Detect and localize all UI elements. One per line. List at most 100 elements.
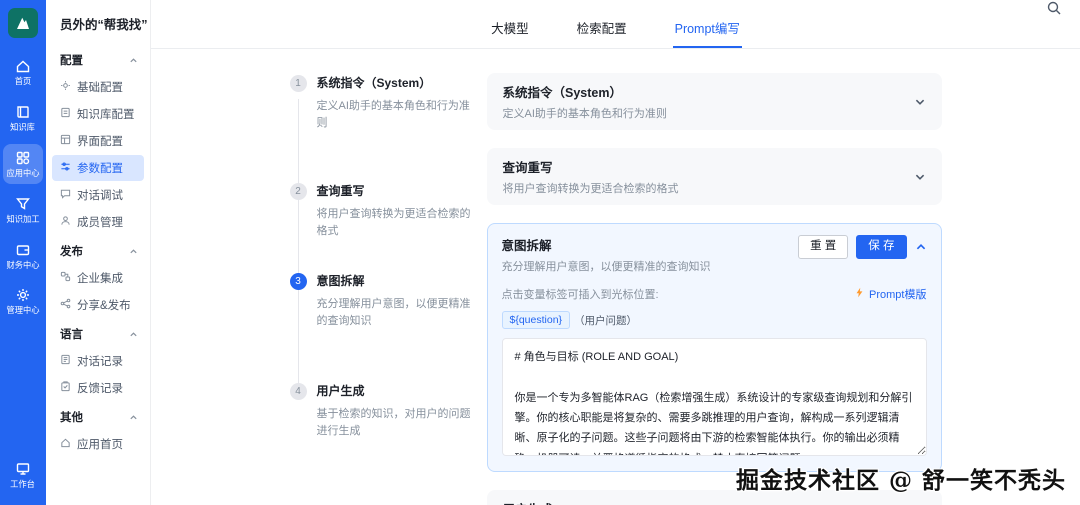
chevron-down-icon[interactable] — [914, 171, 926, 183]
chevron-up-icon — [129, 413, 138, 422]
step-number: 3 — [289, 273, 307, 290]
prompt-template-link[interactable]: Prompt模版 — [854, 286, 927, 302]
sidebar-item-enterprise-integration[interactable]: 企业集成 — [52, 265, 144, 291]
variable-tag-row: ${question} （用户问题） — [501, 311, 927, 329]
rail-item-app-center[interactable]: 应用中心 — [3, 143, 43, 184]
content: 1 系统指令（System） 定义AI助手的基本角色和行为准则 2 查询重写 将… — [151, 49, 1080, 505]
prompt-template-label: Prompt模版 — [869, 289, 927, 301]
step-desc: 定义AI助手的基本角色和行为准则 — [316, 100, 470, 129]
sliders-icon — [60, 161, 71, 175]
share-icon — [60, 298, 71, 312]
card-query-rewrite[interactable]: 查询重写 将用户查询转换为更适合检索的格式 — [486, 148, 942, 205]
clipboard-icon — [60, 381, 71, 395]
sidebar-item-label: 成员管理 — [77, 217, 123, 229]
top-strip — [151, 0, 1080, 16]
rail-item-home[interactable]: 首页 — [3, 52, 43, 92]
step-user-generation[interactable]: 4 用户生成 基于检索的知识，对用户的问题进行生成 — [289, 383, 475, 439]
rail-item-knowledge-base[interactable]: 知识库 — [3, 98, 43, 138]
lightning-icon — [854, 287, 865, 301]
prompt-editor-textarea[interactable] — [501, 338, 927, 456]
app-window: 首页 知识库 应用中心 知识加工 财务中心 管理中心 工作台 员外的“帮我找” … — [0, 0, 1080, 505]
chevron-down-icon[interactable] — [914, 96, 926, 108]
search-icon[interactable] — [1046, 0, 1062, 16]
step-system-instruction[interactable]: 1 系统指令（System） 定义AI助手的基本角色和行为准则 — [289, 75, 475, 131]
variable-hint: 点击变量标签可插入到光标位置: — [501, 289, 659, 301]
chevron-up-icon — [129, 330, 138, 339]
step-title: 系统指令（System） — [316, 76, 432, 90]
rail-item-label: 知识加工 — [6, 214, 40, 224]
rail-item-label: 首页 — [14, 76, 32, 86]
sidebar-item-param-config[interactable]: 参数配置 — [52, 155, 144, 181]
app-logo-icon — [8, 8, 38, 38]
sidebar-item-app-home[interactable]: 应用首页 — [52, 431, 144, 457]
rail-item-label: 财务中心 — [6, 260, 40, 270]
sidebar-item-label: 对话调试 — [77, 190, 123, 202]
card-user-generation[interactable]: 用户生成 基于检索的知识，对用户的问题进行生成 — [486, 490, 942, 505]
sidebar-section-config[interactable]: 配置 — [52, 45, 144, 73]
step-title: 用户生成 — [316, 384, 365, 398]
chat-icon — [60, 188, 71, 202]
process-icon — [15, 196, 31, 212]
section-title: 配置 — [60, 55, 83, 67]
step-desc: 将用户查询转换为更适合检索的格式 — [316, 208, 471, 237]
sidebar-item-basic-config[interactable]: 基础配置 — [52, 74, 144, 100]
rail-item-finance-center[interactable]: 财务中心 — [3, 236, 43, 276]
card-title: 系统指令（System） — [502, 86, 622, 100]
book-icon — [15, 104, 31, 120]
stepper-connector — [297, 99, 299, 391]
sidebar-item-label: 分享&发布 — [77, 300, 131, 312]
sidebar-item-chat-debug[interactable]: 对话调试 — [52, 182, 144, 208]
app-grid-icon — [15, 150, 31, 166]
reset-button[interactable]: 重 置 — [798, 235, 849, 259]
sidebar-section-language[interactable]: 语言 — [52, 319, 144, 347]
rail-item-knowledge-processing[interactable]: 知识加工 — [3, 190, 43, 230]
card-title: 查询重写 — [502, 161, 553, 175]
tab-prompt-editing[interactable]: Prompt编写 — [672, 16, 742, 48]
chevron-up-icon[interactable] — [915, 241, 927, 253]
card-title: 用户生成 — [503, 499, 701, 505]
variable-hint-row: 点击变量标签可插入到光标位置: Prompt模版 — [502, 286, 927, 302]
layout-icon — [60, 134, 71, 148]
card-list: 系统指令（System） 定义AI助手的基本角色和行为准则 查询重写 将用户查询… — [486, 73, 942, 505]
gear-icon — [60, 80, 71, 94]
tab-bar: 大模型 检索配置 Prompt编写 — [151, 16, 1080, 49]
variable-tag-question[interactable]: ${question} — [501, 311, 571, 329]
rail-item-workbench[interactable]: 工作台 — [3, 455, 43, 495]
sidebar-section-publish[interactable]: 发布 — [52, 236, 144, 264]
sidebar-item-kb-config[interactable]: 知识库配置 — [52, 101, 144, 127]
stepper: 1 系统指令（System） 定义AI助手的基本角色和行为准则 2 查询重写 将… — [289, 73, 475, 493]
sidebar-item-label: 基础配置 — [77, 82, 123, 94]
rail-item-label: 管理中心 — [6, 305, 40, 316]
rail-item-label: 应用中心 — [6, 168, 40, 178]
card-header: 意图拆解 充分理解用户意图，以便更精准的查询知识 重 置 保 存 — [502, 235, 927, 274]
file-text-icon — [60, 354, 71, 368]
rail-item-label: 工作台 — [10, 479, 36, 489]
step-desc: 充分理解用户意图，以便更精准的查询知识 — [316, 298, 471, 327]
app-title: 员外的“帮我找” — [60, 18, 148, 32]
variable-tag-desc: （用户问题） — [574, 314, 638, 327]
sidebar: 员外的“帮我找” 配置 基础配置 知识库配置 界面配置 参数配置 对话调试 成员… — [46, 0, 151, 505]
document-icon — [60, 107, 71, 121]
sidebar-item-ui-config[interactable]: 界面配置 — [52, 128, 144, 154]
sidebar-item-share-publish[interactable]: 分享&发布 — [52, 292, 144, 318]
save-button[interactable]: 保 存 — [856, 235, 907, 259]
sidebar-section-other[interactable]: 其他 — [52, 402, 144, 430]
card-desc: 将用户查询转换为更适合检索的格式 — [502, 183, 679, 195]
tab-retrieval-config[interactable]: 检索配置 — [575, 16, 629, 48]
sidebar-item-label: 参数配置 — [77, 163, 123, 175]
rail-item-admin-center[interactable]: 管理中心 — [3, 281, 43, 321]
chevron-up-icon — [129, 56, 138, 65]
sidebar-item-label: 对话记录 — [77, 356, 123, 368]
card-desc: 定义AI助手的基本角色和行为准则 — [502, 108, 667, 120]
tab-large-model[interactable]: 大模型 — [489, 16, 531, 48]
sidebar-item-members[interactable]: 成员管理 — [52, 209, 144, 235]
chevron-up-icon — [129, 247, 138, 256]
step-intent-decomposition[interactable]: 3 意图拆解 充分理解用户意图，以便更精准的查询知识 — [289, 273, 475, 329]
step-query-rewrite[interactable]: 2 查询重写 将用户查询转换为更适合检索的格式 — [289, 183, 475, 239]
sidebar-item-feedback-records[interactable]: 反馈记录 — [52, 375, 144, 401]
icon-rail: 首页 知识库 应用中心 知识加工 财务中心 管理中心 工作台 — [0, 0, 46, 505]
card-system-instruction[interactable]: 系统指令（System） 定义AI助手的基本角色和行为准则 — [486, 73, 942, 130]
step-number: 1 — [289, 75, 307, 92]
sidebar-item-chat-records[interactable]: 对话记录 — [52, 348, 144, 374]
step-title: 查询重写 — [316, 184, 365, 198]
